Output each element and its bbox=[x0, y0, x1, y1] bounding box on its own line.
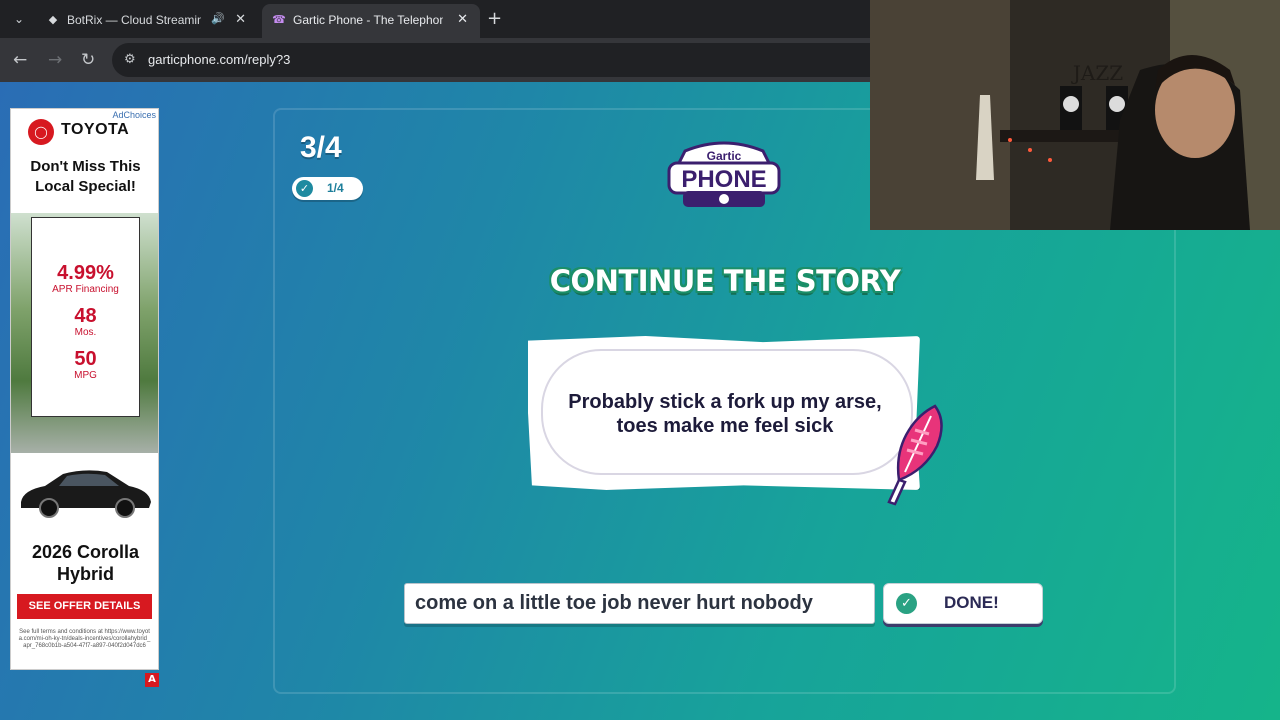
close-icon[interactable]: ✕ bbox=[457, 11, 468, 27]
players-done-count: 1/4 bbox=[327, 181, 344, 195]
car-image bbox=[21, 470, 151, 518]
ad-headline: Don't Miss This Local Special! bbox=[30, 158, 141, 195]
quill-pen-icon bbox=[887, 404, 943, 506]
done-button[interactable]: ✓ DONE! bbox=[883, 583, 1043, 624]
forward-arrow-icon[interactable]: → bbox=[48, 50, 62, 70]
tab-title: Gartic Phone - The Telephone Game bbox=[293, 13, 443, 27]
round-counter: 3/4 bbox=[300, 131, 342, 164]
ad-model: 2026 Corolla Hybrid bbox=[31, 542, 140, 584]
phone-icon: ☎ bbox=[272, 14, 286, 26]
toyota-ad[interactable]: AdChoices ◯ TOYOTA Don't Miss This Local… bbox=[10, 108, 159, 670]
previous-story-text: Probably stick a fork up my arse, toes m… bbox=[568, 391, 882, 437]
ad-fine-print: See full terms and conditions at https:/… bbox=[18, 629, 151, 649]
speaker-icon[interactable]: 🔊 bbox=[211, 12, 225, 25]
story-answer-input[interactable] bbox=[404, 583, 875, 624]
new-tab-plus-icon[interactable]: + bbox=[487, 9, 502, 29]
check-icon: ✓ bbox=[896, 593, 917, 614]
ad-offer-label: APR Financing bbox=[52, 284, 119, 295]
ad-badge[interactable]: A bbox=[145, 673, 159, 687]
ad-brand: TOYOTA bbox=[61, 121, 130, 138]
adchoices-label[interactable]: AdChoices bbox=[112, 110, 156, 120]
tab-title: BotRix — Cloud Streaming bbox=[67, 13, 201, 27]
ad-offer-value: 50 bbox=[74, 348, 97, 370]
ad-offer-label: Mos. bbox=[74, 327, 97, 338]
ad-offer-value: 4.99% bbox=[57, 262, 114, 284]
webcam-overlay: JAZZ bbox=[870, 0, 1280, 230]
players-done-pill: ✓ 1/4 bbox=[292, 177, 363, 200]
toyota-logo-icon: ◯ bbox=[28, 119, 54, 145]
logo-bottom-text: PHONE bbox=[681, 166, 766, 193]
close-icon[interactable]: ✕ bbox=[235, 11, 246, 27]
site-info-icon[interactable]: ⚙ bbox=[124, 52, 136, 67]
gartic-phone-logo: Gartic PHONE bbox=[667, 141, 781, 207]
back-arrow-icon[interactable]: ← bbox=[13, 50, 27, 70]
tab-botrix[interactable]: ◆ BotRix — Cloud Streaming 🔊 ✕ bbox=[36, 4, 258, 38]
diamond-icon: ◆ bbox=[48, 14, 58, 26]
tab-gartic-phone[interactable]: ☎ Gartic Phone - The Telephone Game ✕ bbox=[262, 4, 480, 38]
logo-top-text: Gartic bbox=[707, 149, 742, 163]
see-offer-details-button[interactable]: SEE OFFER DETAILS bbox=[17, 594, 152, 619]
done-label: DONE! bbox=[944, 593, 999, 612]
url-text: garticphone.com/reply?3 bbox=[148, 52, 291, 67]
tab-search-chevron-icon[interactable]: ⌄ bbox=[8, 8, 30, 30]
ad-offer-card: 4.99% APR Financing 48 Mos. 50 MPG bbox=[31, 217, 140, 417]
ad-offer-label: MPG bbox=[74, 370, 97, 381]
reload-icon[interactable]: ↻ bbox=[81, 50, 95, 70]
webcam-sign-text: JAZZ bbox=[1071, 61, 1123, 85]
page-title: CONTINUE THE STORY bbox=[549, 264, 901, 298]
check-icon: ✓ bbox=[296, 180, 313, 197]
ad-offer-value: 48 bbox=[74, 305, 97, 327]
